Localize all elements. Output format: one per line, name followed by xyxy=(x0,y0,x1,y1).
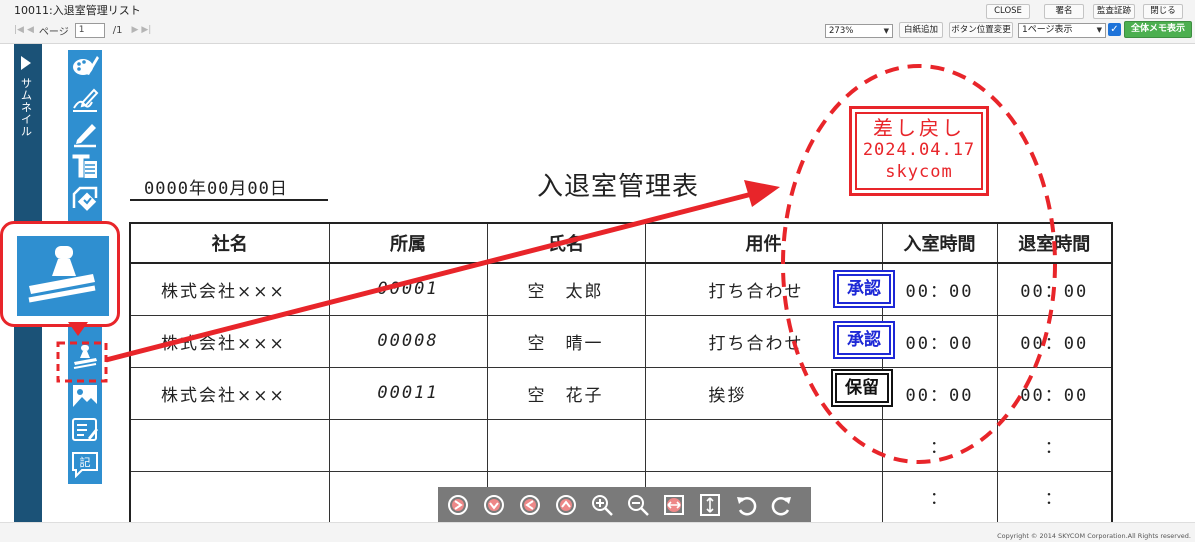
cell-time-out: 00：00 xyxy=(996,314,1113,368)
add-blank-page-button[interactable]: 白紙追加 xyxy=(899,22,943,38)
freehand-pen-icon[interactable] xyxy=(70,86,100,114)
footer: Copyright © 2014 SKYCOM Corporation.All … xyxy=(0,522,1195,542)
table-row: 株式会社××× 00011 空 花子 挨拶 00：00 00：00 xyxy=(129,366,1113,420)
cell-time-in: 00：00 xyxy=(881,366,998,420)
cell-company xyxy=(129,470,330,524)
cell-company: 株式会社××× xyxy=(129,366,330,420)
stamp-tool-callout xyxy=(0,221,120,327)
cell-dept: 00011 xyxy=(328,366,488,420)
column-header: 社名 xyxy=(129,222,330,264)
cell-time-in: ： xyxy=(881,470,998,524)
text-icon[interactable] xyxy=(70,152,100,180)
memo-icon[interactable] xyxy=(70,416,100,444)
view-mode-select[interactable]: 1ページ表示 ▼ xyxy=(1018,23,1106,38)
callout-pointer xyxy=(68,322,88,336)
stamp-icon xyxy=(17,236,109,316)
rotate-icon[interactable] xyxy=(554,493,578,517)
rotate-icon[interactable] xyxy=(482,493,506,517)
copyright-text: Copyright © 2014 SKYCOM Corporation.All … xyxy=(997,532,1191,540)
cell-purpose xyxy=(644,418,883,472)
table-row: 株式会社××× 00001 空 太郎 打ち合わせ 00：00 00：00 xyxy=(129,262,1113,316)
page-total: /1 xyxy=(112,24,123,36)
close-button[interactable]: CLOSE xyxy=(986,4,1030,19)
approve-stamp[interactable]: 承認 xyxy=(833,321,895,359)
svg-text:記: 記 xyxy=(80,455,91,469)
cell-name: 空 晴一 xyxy=(486,314,646,368)
return-stamp-label: 差し戻し xyxy=(873,116,965,140)
cell-name xyxy=(486,418,646,472)
sign-button[interactable]: 署名 xyxy=(1044,4,1084,19)
return-stamp[interactable]: 差し戻し 2024.04.17 skycom xyxy=(849,106,989,196)
zoom-select[interactable]: 273% ▼ xyxy=(825,24,893,38)
cell-time-out: ： xyxy=(996,418,1113,472)
cell-name: 空 太郎 xyxy=(486,262,646,316)
column-header: 入室時間 xyxy=(881,222,998,264)
table-header-row: 社名 所属 氏名 用件 入室時間 退室時間 xyxy=(129,222,1113,264)
column-header: 氏名 xyxy=(486,222,646,264)
cell-time-out: 00：00 xyxy=(996,366,1113,420)
undo-icon[interactable] xyxy=(734,493,758,517)
audit-trail-button[interactable]: 監査証跡 xyxy=(1093,4,1135,19)
redo-icon[interactable] xyxy=(770,493,794,517)
button-position-button[interactable]: ボタン位置変更 xyxy=(949,22,1013,38)
shape-tool-icon[interactable] xyxy=(70,184,100,212)
page-number-input[interactable]: 1 xyxy=(74,22,105,38)
cell-time-out: 00：00 xyxy=(996,262,1113,316)
approve-stamp[interactable]: 承認 xyxy=(833,270,895,308)
top-bar: 10011:入退室管理リスト |◀ ◀ ページ 1 /1 ▶ ▶| CLOSE … xyxy=(0,0,1195,44)
memo-checkbox[interactable]: ✓ xyxy=(1108,23,1121,36)
window-title: 10011:入退室管理リスト xyxy=(14,4,141,17)
cell-company xyxy=(129,418,330,472)
prev-page-icon[interactable]: ◀ xyxy=(27,25,34,35)
table-row: 株式会社××× 00008 空 晴一 打ち合わせ 00：00 00：00 xyxy=(129,314,1113,368)
chevron-down-icon: ▼ xyxy=(883,27,889,35)
close-window-button[interactable]: 閉じる xyxy=(1143,4,1183,19)
document-title: 入退室管理表 xyxy=(537,172,700,202)
last-page-icon[interactable]: ▶| xyxy=(141,25,151,35)
cell-time-out: ： xyxy=(996,470,1113,524)
viewer-controls xyxy=(438,487,811,523)
chevron-down-icon: ▼ xyxy=(1096,26,1102,34)
entry-exit-table: 社名 所属 氏名 用件 入室時間 退室時間 株式会社××× 00001 空 太郎… xyxy=(129,222,1113,524)
zoom-out-icon[interactable] xyxy=(626,493,650,517)
zoom-in-icon[interactable] xyxy=(590,493,614,517)
palette-icon[interactable] xyxy=(70,52,100,80)
cell-time-in: 00：00 xyxy=(881,262,998,316)
cell-name: 空 花子 xyxy=(486,366,646,420)
rotate-icon[interactable] xyxy=(518,493,542,517)
cell-dept: 00008 xyxy=(328,314,488,368)
column-header: 所属 xyxy=(328,222,488,264)
cell-time-in: ： xyxy=(881,418,998,472)
note-icon[interactable]: 記 xyxy=(70,450,100,478)
cell-time-in: 00：00 xyxy=(881,314,998,368)
return-stamp-date: 2024.04.17 xyxy=(862,140,976,160)
fit-width-icon[interactable] xyxy=(662,493,686,517)
document-date: 0000年00月00日 xyxy=(144,179,288,199)
cell-dept xyxy=(328,418,488,472)
cell-dept: 00001 xyxy=(328,262,488,316)
show-all-memos-button[interactable]: 全体メモ表示 xyxy=(1124,21,1192,38)
pager: |◀ ◀ ページ 1 /1 ▶ ▶| xyxy=(14,22,154,38)
rotate-icon[interactable] xyxy=(446,493,470,517)
column-header: 用件 xyxy=(644,222,883,264)
first-page-icon[interactable]: |◀ xyxy=(14,25,24,35)
hold-stamp[interactable]: 保留 xyxy=(831,369,893,407)
date-underline xyxy=(130,199,328,201)
cell-company: 株式会社××× xyxy=(129,314,330,368)
view-mode-value: 1ページ表示 xyxy=(1022,25,1073,35)
page-label: ページ xyxy=(38,26,69,38)
pen-icon[interactable] xyxy=(70,120,100,148)
return-stamp-signer: skycom xyxy=(885,162,953,182)
stamp-icon[interactable] xyxy=(70,342,100,370)
zoom-value: 273% xyxy=(829,26,854,36)
image-icon[interactable] xyxy=(70,382,100,410)
table-row: ： ： xyxy=(129,418,1113,472)
expand-arrow-icon xyxy=(21,56,31,70)
next-page-icon[interactable]: ▶ xyxy=(131,25,138,35)
column-header: 退室時間 xyxy=(996,222,1113,264)
thumbnail-label: サムネイル xyxy=(21,77,32,138)
cell-company: 株式会社××× xyxy=(129,262,330,316)
fit-height-icon[interactable] xyxy=(698,493,722,517)
